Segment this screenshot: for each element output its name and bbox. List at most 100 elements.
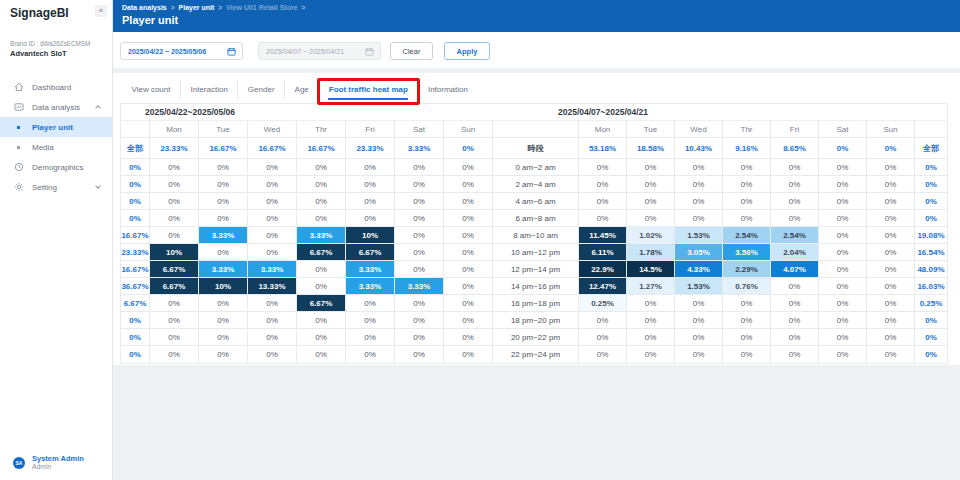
right-row-total: 0% [915,193,947,210]
table-group-header: 2025/04/22~2025/05/06 2025/04/07~2025/04… [121,104,947,121]
value-cell: 0% [819,227,867,244]
breadcrumb-item[interactable]: View U01 Retail Store [226,4,297,11]
right-row-total: 16.54% [915,244,947,261]
sidebar-item-media[interactable]: Media [0,137,112,157]
clear-button[interactable]: Clear [390,42,433,60]
value-cell: 0% [579,210,627,227]
value-cell: 0% [150,159,199,176]
value-cell: 0% [150,295,199,312]
sidebar-collapse-icon[interactable]: « [95,5,107,17]
value-cell: 0% [867,244,915,261]
value-cell: 0% [248,312,297,329]
right-row-total: 48.09% [915,261,947,278]
value-cell: 0% [723,329,771,346]
value-cell: 0% [248,346,297,363]
value-cell: 0% [771,346,819,363]
page-title: Player unit [122,14,960,26]
value-cell: 0% [675,159,723,176]
value-cell: 0% [444,210,493,227]
value-cell: 0% [723,312,771,329]
value-cell: 0% [444,193,493,210]
value-cell: 0% [199,210,248,227]
heat-cell: 6.67% [297,244,346,261]
value-cell: 0% [395,176,444,193]
value-cell: 0% [199,176,248,193]
left-period-title: 2025/04/22~2025/05/06 [121,104,534,120]
time-column-label: 時段 [493,138,579,159]
tab-foot-traffic-heat-map[interactable]: Foot traffic heat map [319,80,418,99]
value-cell: 0% [297,193,346,210]
sidebar-item-player-unit[interactable]: Player unit [0,117,112,137]
user-name: System Admin [32,454,84,463]
heat-cell: 2.54% [771,227,819,244]
right-row-total: 0% [915,176,947,193]
heat-cell: 10% [199,278,248,295]
heat-cell: 1.53% [675,227,723,244]
tab-interaction[interactable]: Interaction [181,80,238,99]
breadcrumb-item[interactable]: Player unit [179,4,215,11]
app-logo: SignageBI [10,6,69,20]
value-cell: 0% [444,244,493,261]
chevron-down-icon [95,183,101,189]
left-day-total: 3.33% [395,138,444,159]
left-day-total: 16.67% [248,138,297,159]
value-cell: 0% [627,312,675,329]
left-row-total: 0% [121,176,150,193]
day-header: Thr [723,121,771,138]
heat-cell: 3.33% [346,278,395,295]
heat-cell: 6.67% [150,278,199,295]
tab-age[interactable]: Age [285,80,319,99]
breadcrumb-item[interactable]: Data analysis [122,4,167,11]
date-range-input-compare[interactable]: 2025/04/07 ~ 2025/04/21 [258,42,381,60]
value-cell: 0% [395,295,444,312]
value-cell: 0% [627,295,675,312]
sidebar-item-setting[interactable]: Setting [0,177,112,197]
right-row-total: 0% [915,210,947,227]
value-cell: 0% [444,278,493,295]
right-day-total: 10.43% [675,138,723,159]
tab-information[interactable]: Information [418,80,477,99]
value-cell: 0% [395,159,444,176]
right-total-label: 全部 [915,138,947,159]
value-cell: 0% [627,210,675,227]
sidebar-item-label: Setting [32,183,57,192]
sidebar-item-data-analysis[interactable]: Data analysis [0,97,112,117]
day-header: Thr [297,121,346,138]
sidebar-item-dashboard[interactable]: Dashboard [0,77,112,97]
avatar[interactable]: SA [13,457,25,469]
heat-cell: 3.33% [297,227,346,244]
time-label: 22 pm~24 pm [493,346,579,363]
tab-gender[interactable]: Gender [238,80,285,99]
right-row-total: 0% [915,346,947,363]
left-day-total: 16.67% [199,138,248,159]
value-cell: 0% [346,312,395,329]
value-cell: 0% [579,346,627,363]
right-day-total: 9.16% [723,138,771,159]
sidebar-item-label: Data analysis [32,103,80,112]
right-day-total: 0% [819,138,867,159]
value-cell: 0% [346,329,395,346]
value-cell: 0% [444,346,493,363]
time-label: 16 pm~18 pm [493,295,579,312]
value-cell: 0% [150,312,199,329]
value-cell: 0% [867,159,915,176]
sidebar-item-demographics[interactable]: Demographics [0,157,112,177]
value-cell: 0% [395,329,444,346]
breadcrumb-separator: > [171,4,175,11]
value-cell: 0% [579,159,627,176]
value-cell: 0% [297,261,346,278]
value-cell: 0% [867,176,915,193]
date-range-input-active[interactable]: 2025/04/22 ~ 2025/05/06 [120,42,243,60]
value-cell: 0% [819,346,867,363]
apply-button[interactable]: Apply [444,42,490,60]
toolbar: 2025/04/22 ~ 2025/05/06 2025/04/07 ~ 202… [113,32,960,68]
value-cell: 0% [248,295,297,312]
value-cell: 0% [248,193,297,210]
day-header: Sat [819,121,867,138]
left-day-total: 23.33% [150,138,199,159]
tab-view-count[interactable]: View count [122,80,181,99]
value-cell: 0% [771,210,819,227]
heat-cell: 10% [346,227,395,244]
heat-cell: 2.04% [771,244,819,261]
value-cell: 0% [675,312,723,329]
